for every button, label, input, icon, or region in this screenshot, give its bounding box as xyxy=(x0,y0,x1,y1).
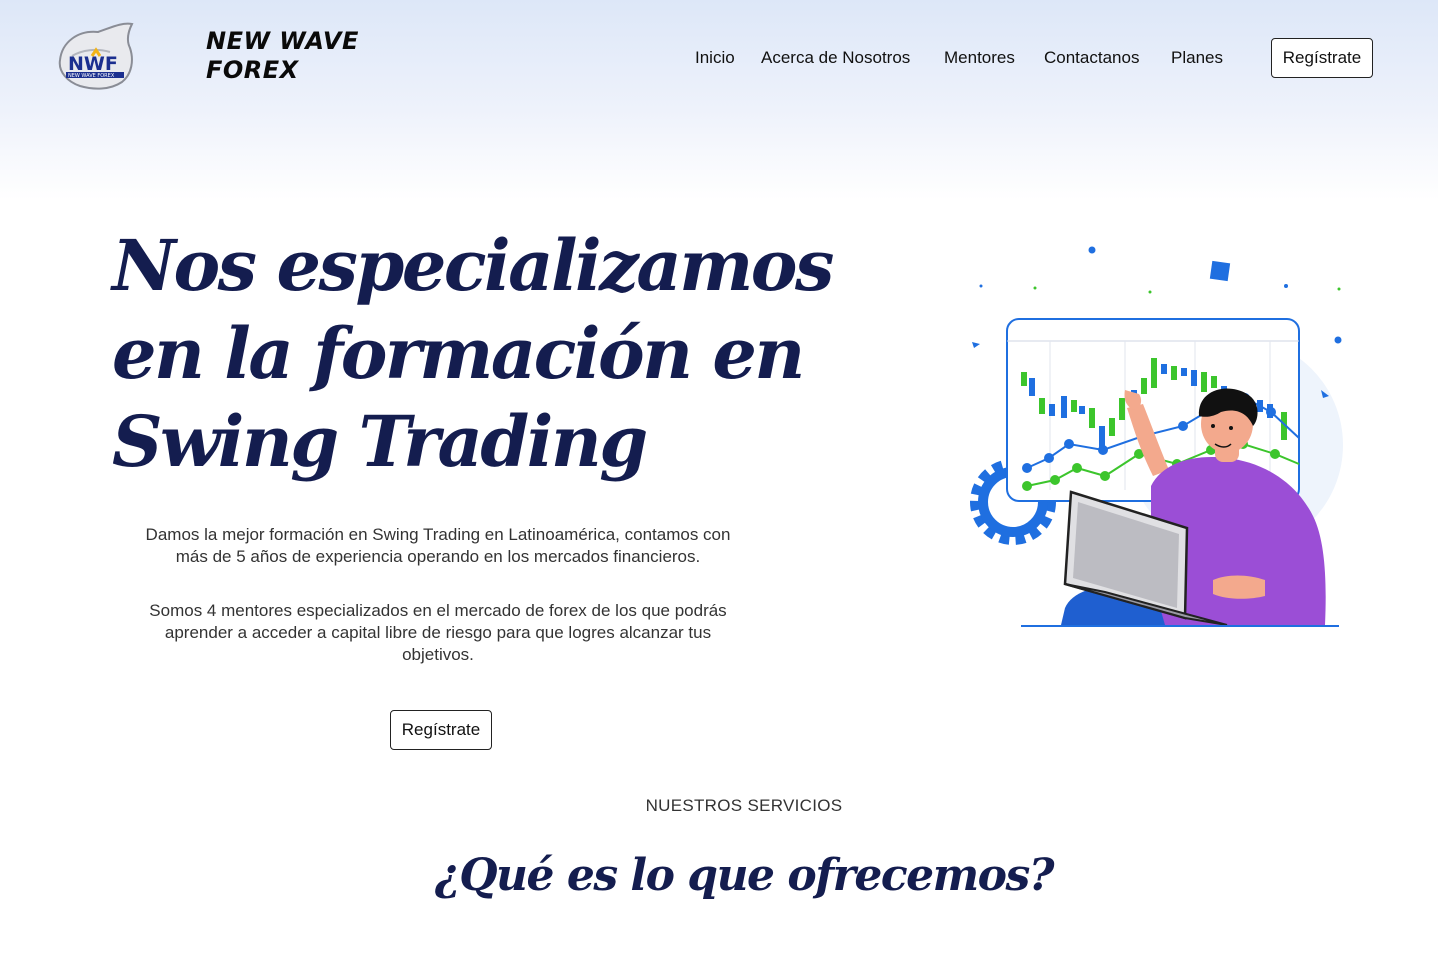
hero-paragraph-2: Somos 4 mentores especializados en el me… xyxy=(149,601,727,664)
trading-person-illustration xyxy=(970,246,1343,627)
nav-planes[interactable]: Planes xyxy=(1171,48,1223,68)
services-title: ¿Qué es lo que ofrecemos? xyxy=(434,850,1055,901)
hero-register-button[interactable]: Regístrate xyxy=(390,710,492,750)
nav-inicio[interactable]: Inicio xyxy=(695,48,735,68)
hero-title-line2: en la formación en xyxy=(112,312,805,395)
hero-title-line3: Swing Trading xyxy=(112,400,648,483)
logo-graphic: NWF NEW WAVE FOREX xyxy=(58,22,134,90)
brand-name-line1: NEW WAVE xyxy=(206,27,359,55)
nav-contactanos[interactable]: Contactanos xyxy=(1044,48,1139,68)
header-register-button[interactable]: Regístrate xyxy=(1271,38,1373,78)
nav-acerca[interactable]: Acerca de Nosotros xyxy=(761,48,910,68)
brand-logo[interactable]: NWF NEW WAVE FOREX xyxy=(52,20,138,92)
hero-paragraph-1: Damos la mejor formación en Swing Tradin… xyxy=(145,525,731,566)
hero-illustration xyxy=(965,240,1355,635)
brand-name-line2: FOREX xyxy=(206,56,299,84)
hero-title-line1: Nos especializamos xyxy=(112,224,834,307)
nav-mentores[interactable]: Mentores xyxy=(944,48,1015,68)
hero-title: Nos especializamos en la formación en Sw… xyxy=(112,222,872,486)
services-label: NUESTROS SERVICIOS xyxy=(645,796,843,815)
svg-text:NEW WAVE FOREX: NEW WAVE FOREX xyxy=(68,73,115,79)
brand-name[interactable]: NEW WAVE FOREX xyxy=(206,27,376,85)
